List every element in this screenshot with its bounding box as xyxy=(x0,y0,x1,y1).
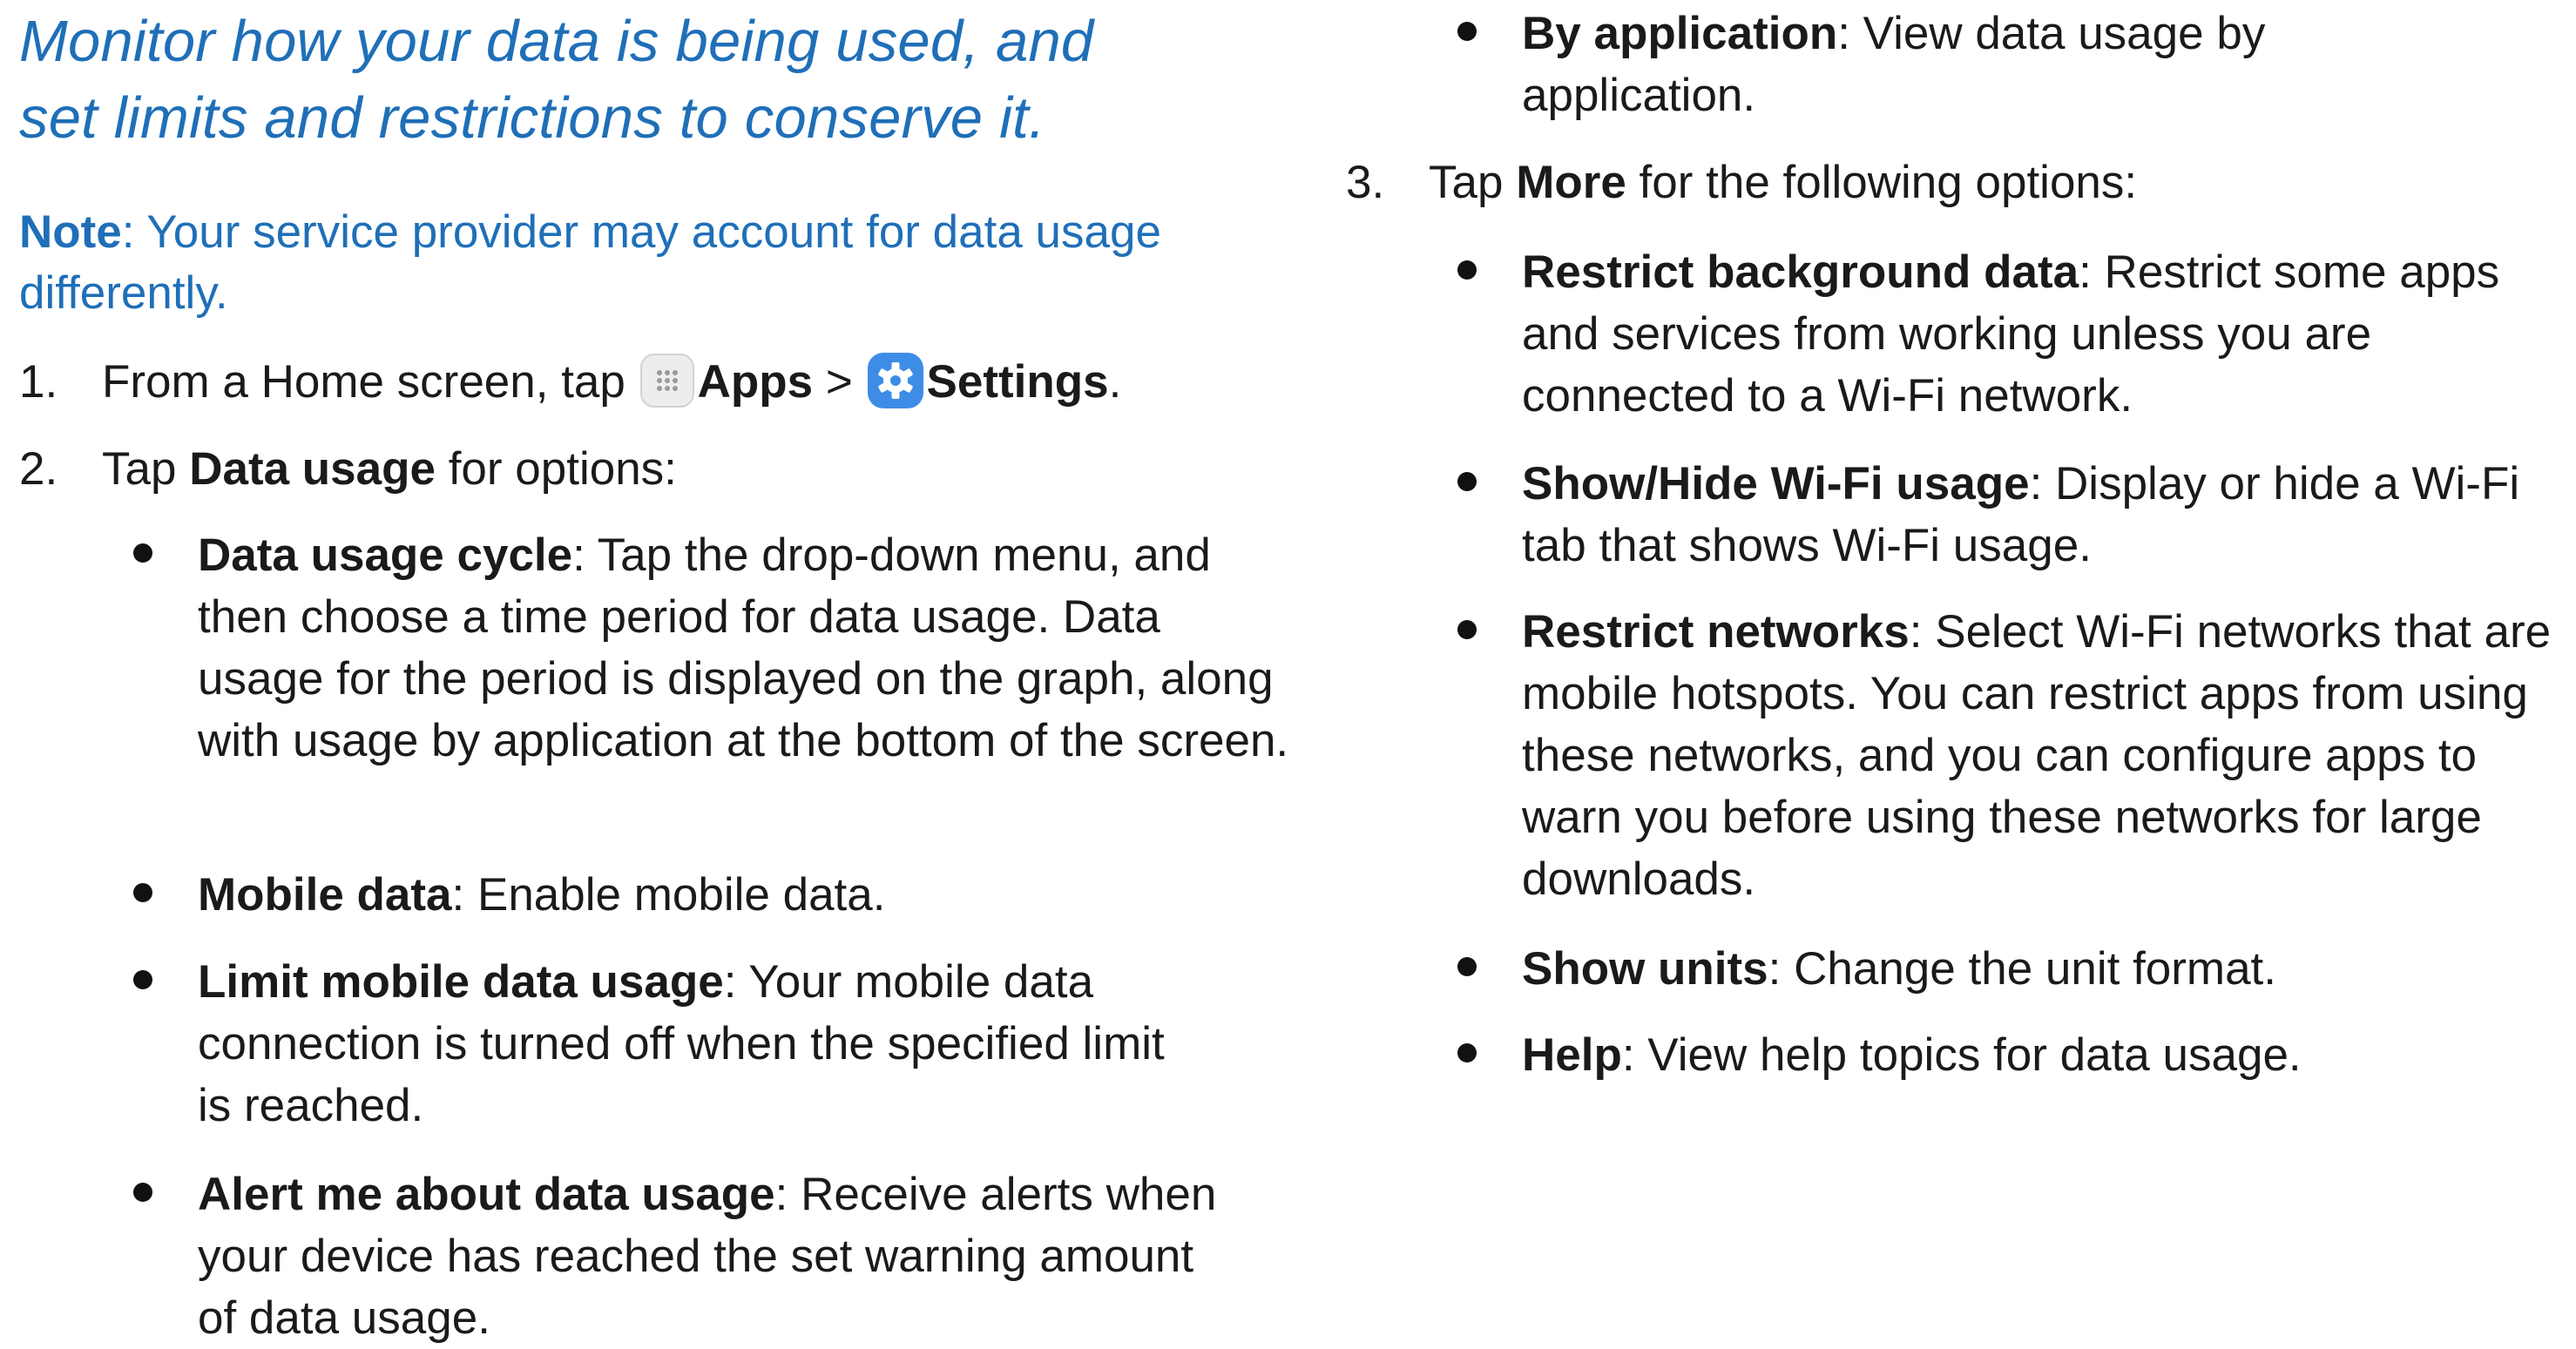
bullet-desc: : View help topics for data usage. xyxy=(1621,1029,2302,1081)
bullet-dot xyxy=(133,883,152,902)
bullet-desc: : Change the unit format. xyxy=(1768,943,2276,995)
bullet-dot xyxy=(1457,472,1477,491)
bullet-text: Help: View help topics for data usage. xyxy=(1522,1024,2541,1086)
bullet-restrict-networks: Restrict networks: Select Wi-Fi networks… xyxy=(1457,601,2567,910)
bullet-text: By application: View data usage by appli… xyxy=(1522,3,2445,126)
bullet-dot xyxy=(133,543,152,563)
step-2-bold: Data usage xyxy=(189,443,436,495)
apps-grid-icon xyxy=(639,354,694,408)
bullet-dot xyxy=(1457,260,1477,280)
bullet-term: Alert me about data usage xyxy=(198,1169,775,1220)
bullet-text: Restrict background data: Restrict some … xyxy=(1522,241,2506,427)
bullet-text: Alert me about data usage: Receive alert… xyxy=(198,1164,1226,1349)
bullet-term: Limit mobile data usage xyxy=(198,956,724,1008)
intro-text: Monitor how your data is being used, and… xyxy=(19,3,1274,157)
bullet-text: Show units: Change the unit format. xyxy=(1522,938,2541,1000)
note-label: Note xyxy=(19,206,122,258)
bullet-restrict-background-data: Restrict background data: Restrict some … xyxy=(1457,241,2506,427)
bullet-text: Limit mobile data usage: Your mobile dat… xyxy=(198,951,1182,1137)
step-2-number: 2. xyxy=(19,443,58,495)
step-1-number: 1. xyxy=(19,356,58,408)
step-1-pre: From a Home screen, tap xyxy=(102,356,639,408)
step-2-pre: Tap xyxy=(102,443,190,495)
bullet-text: Show/Hide Wi-Fi usage: Display or hide a… xyxy=(1522,453,2541,577)
bullet-show-units: Show units: Change the unit format. xyxy=(1457,938,2541,1000)
bullet-text: Restrict networks: Select Wi-Fi networks… xyxy=(1522,601,2567,910)
intro-line-2: set limits and restrictions to conserve … xyxy=(19,85,1045,151)
bullet-term: By application xyxy=(1522,8,1838,59)
step-3-text: Tap More for the following options: xyxy=(1429,152,2137,213)
bullet-mobile-data: Mobile data: Enable mobile data. xyxy=(133,864,1295,926)
apps-label: Apps xyxy=(697,356,814,408)
step-3-pre: Tap xyxy=(1429,157,1517,208)
note-text: : Your service provider may account for … xyxy=(19,206,1161,319)
bullet-dot xyxy=(133,1183,152,1202)
bullet-dot xyxy=(1457,620,1477,639)
bullet-dot xyxy=(1457,957,1477,976)
step-2-text: Tap Data usage for options: xyxy=(102,439,677,500)
bullet-limit-mobile-data-usage: Limit mobile data usage: Your mobile dat… xyxy=(133,951,1182,1137)
bullet-term: Restrict networks xyxy=(1522,606,1910,658)
step-1-separator: > xyxy=(813,356,866,408)
bullet-dot xyxy=(1457,22,1477,41)
step-1-post: . xyxy=(1108,356,1122,408)
settings-label: Settings xyxy=(926,356,1109,408)
bullet-help: Help: View help topics for data usage. xyxy=(1457,1024,2541,1086)
bullet-desc: : Enable mobile data. xyxy=(451,869,886,921)
step-3-number: 3. xyxy=(1346,157,1385,208)
bullet-term: Show/Hide Wi-Fi usage xyxy=(1522,458,2030,509)
step-1-text: From a Home screen, tap Apps > Settings. xyxy=(102,352,1121,413)
step-2-post: for options: xyxy=(435,443,677,495)
bullet-term: Show units xyxy=(1522,943,1768,995)
bullet-data-usage-cycle: Data usage cycle: Tap the drop-down menu… xyxy=(133,524,1295,772)
bullet-by-application: By application: View data usage by appli… xyxy=(1457,3,2445,126)
step-3-post: for the following options: xyxy=(1626,157,2138,208)
bullet-text: Data usage cycle: Tap the drop-down menu… xyxy=(198,524,1295,772)
bullet-dot xyxy=(1457,1043,1477,1062)
intro-line-1: Monitor how your data is being used, and xyxy=(19,9,1094,74)
bullet-dot xyxy=(133,970,152,989)
bullet-term: Restrict background data xyxy=(1522,246,2079,298)
settings-gear-icon xyxy=(867,353,923,408)
note: Note: Your service provider may account … xyxy=(19,202,1274,324)
bullet-alert-me-about-data-usage: Alert me about data usage: Receive alert… xyxy=(133,1164,1226,1349)
bullet-text: Mobile data: Enable mobile data. xyxy=(198,864,1295,926)
bullet-show-hide-wifi-usage: Show/Hide Wi-Fi usage: Display or hide a… xyxy=(1457,453,2541,577)
bullet-term: Mobile data xyxy=(198,869,452,921)
step-3-bold: More xyxy=(1516,157,1626,208)
bullet-term: Help xyxy=(1522,1029,1622,1081)
bullet-term: Data usage cycle xyxy=(198,529,573,581)
